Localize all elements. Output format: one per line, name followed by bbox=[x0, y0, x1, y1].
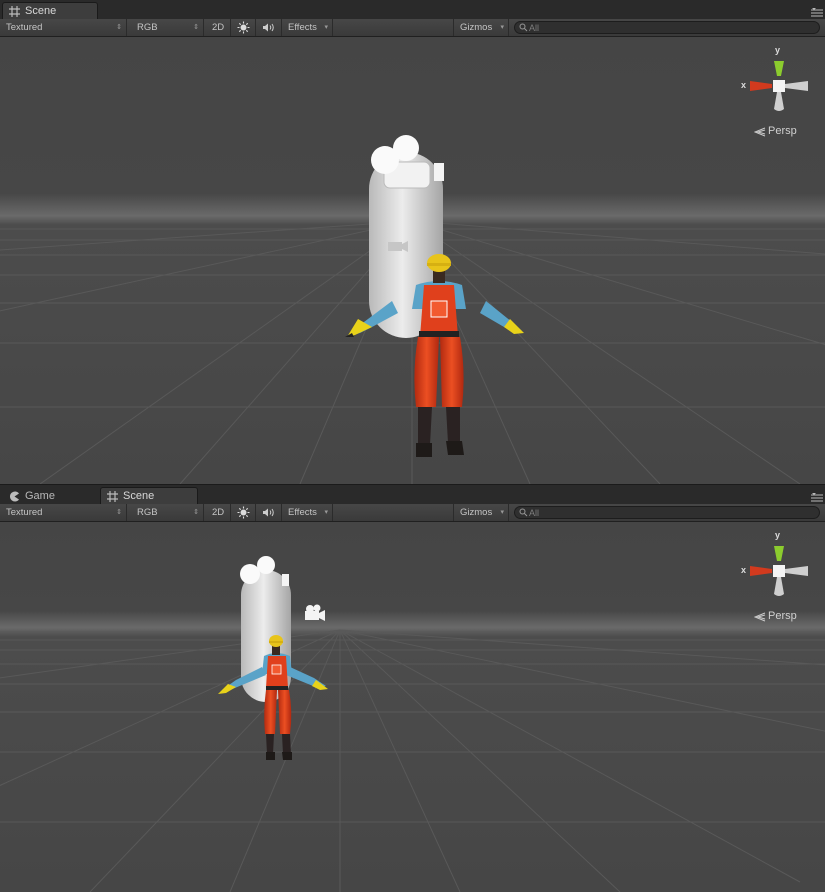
tab-bar: Scene bbox=[0, 0, 825, 20]
dropdown-arrow-icon: ▾ bbox=[324, 24, 328, 31]
render-mode-label: RGB bbox=[137, 22, 158, 33]
scene-grid-icon bbox=[9, 6, 20, 17]
axis-gizmo-icon bbox=[750, 61, 808, 111]
gizmos-dropdown[interactable]: Gizmos ▾ bbox=[453, 504, 509, 521]
scene-view bbox=[0, 522, 825, 892]
toggle-2d-button[interactable]: 2D bbox=[205, 504, 231, 521]
dropdown-arrow-icon: ▾ bbox=[324, 509, 328, 516]
gizmo-x-label: x bbox=[741, 80, 747, 90]
scene-toolbar: Textured ⇕ RGB ⇕ 2D Effects ▾ Gizmos ▾ bbox=[0, 19, 825, 37]
scene-viewport[interactable]: y x Persp bbox=[0, 522, 825, 892]
dropdown-arrow-icon: ▾ bbox=[500, 24, 504, 31]
projection-label: Persp bbox=[768, 610, 797, 622]
dropdown-arrow-icon: ⇕ bbox=[116, 509, 122, 516]
panel-menu-icon[interactable] bbox=[811, 8, 823, 18]
tab-bar: Game Scene bbox=[0, 485, 825, 505]
gizmo-x-label: x bbox=[741, 565, 747, 575]
search-icon bbox=[519, 23, 528, 32]
panel-menu-icon[interactable] bbox=[811, 493, 823, 503]
scene-background bbox=[0, 522, 825, 892]
speaker-icon bbox=[263, 508, 274, 517]
dropdown-arrow-icon: ▾ bbox=[500, 509, 504, 516]
lighting-toggle[interactable] bbox=[231, 19, 256, 36]
dropdown-arrow-icon: ⇕ bbox=[193, 509, 199, 516]
perspective-icon bbox=[754, 127, 766, 137]
gizmo-y-label: y bbox=[775, 45, 781, 55]
perspective-icon bbox=[754, 612, 766, 622]
orientation-gizmo[interactable]: y x Persp bbox=[736, 43, 825, 138]
toggle-2d-label: 2D bbox=[212, 507, 225, 518]
speaker-icon bbox=[263, 23, 274, 32]
effects-label: Effects bbox=[288, 22, 317, 33]
gizmos-dropdown[interactable]: Gizmos ▾ bbox=[453, 19, 509, 36]
scene-search-field[interactable] bbox=[514, 506, 820, 519]
toggle-2d-label: 2D bbox=[212, 22, 225, 33]
scene-toolbar: Textured ⇕ RGB ⇕ 2D Effects ▾ Gizmos ▾ bbox=[0, 504, 825, 522]
dropdown-arrow-icon: ⇕ bbox=[193, 24, 199, 31]
audio-toggle[interactable] bbox=[256, 504, 282, 521]
tab-label: Scene bbox=[25, 5, 57, 17]
search-icon bbox=[519, 508, 528, 517]
gizmos-label: Gizmos bbox=[460, 507, 493, 518]
render-mode-dropdown[interactable]: RGB ⇕ bbox=[127, 504, 204, 521]
tab-label: Game bbox=[25, 490, 55, 502]
search-input[interactable] bbox=[529, 22, 809, 33]
tab-label: Scene bbox=[123, 490, 155, 502]
shading-mode-label: Textured bbox=[6, 507, 43, 518]
scene-panel-bottom: Game Scene Textured ⇕ RGB ⇕ 2D Effects ▾ Gi… bbox=[0, 485, 825, 892]
game-pacman-icon bbox=[10, 491, 19, 502]
shading-mode-label: Textured bbox=[6, 22, 43, 33]
scene-search-field[interactable] bbox=[514, 21, 820, 34]
tab-scene[interactable]: Scene bbox=[2, 2, 98, 19]
toggle-2d-button[interactable]: 2D bbox=[205, 19, 231, 36]
axis-gizmo-icon bbox=[750, 546, 808, 596]
effects-label: Effects bbox=[288, 507, 317, 518]
dropdown-arrow-icon: ⇕ bbox=[116, 24, 122, 31]
tab-scene[interactable]: Scene bbox=[100, 487, 198, 504]
tab-game[interactable]: Game bbox=[2, 487, 98, 504]
orientation-gizmo[interactable]: y x Persp bbox=[736, 528, 825, 623]
effects-dropdown[interactable]: Effects ▾ bbox=[282, 19, 333, 36]
lighting-toggle[interactable] bbox=[231, 504, 256, 521]
shading-mode-dropdown[interactable]: Textured ⇕ bbox=[0, 19, 127, 36]
scene-view bbox=[0, 37, 825, 484]
sun-icon bbox=[237, 21, 250, 34]
projection-toggle[interactable]: Persp bbox=[754, 610, 824, 624]
audio-toggle[interactable] bbox=[256, 19, 282, 36]
sun-icon bbox=[237, 506, 250, 519]
effects-dropdown[interactable]: Effects ▾ bbox=[282, 504, 333, 521]
gizmos-label: Gizmos bbox=[460, 22, 493, 33]
scene-viewport[interactable]: y x Persp bbox=[0, 37, 825, 484]
search-input[interactable] bbox=[529, 507, 809, 518]
render-mode-dropdown[interactable]: RGB ⇕ bbox=[127, 19, 204, 36]
gizmo-y-label: y bbox=[775, 530, 781, 540]
projection-label: Persp bbox=[768, 125, 797, 137]
scene-grid-icon bbox=[107, 491, 118, 502]
projection-toggle[interactable]: Persp bbox=[754, 125, 824, 139]
scene-panel-top: Scene Textured ⇕ RGB ⇕ 2D Effects ▾ Gizmos ▾ bbox=[0, 0, 825, 484]
shading-mode-dropdown[interactable]: Textured ⇕ bbox=[0, 504, 127, 521]
render-mode-label: RGB bbox=[137, 507, 158, 518]
